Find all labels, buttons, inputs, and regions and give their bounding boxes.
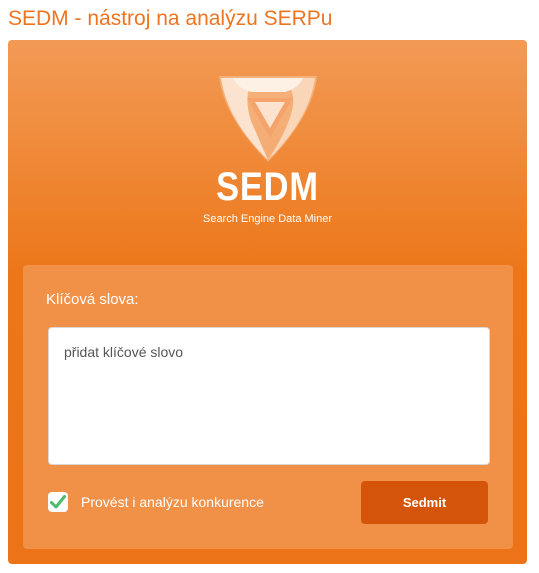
keywords-form: Klíčová slova: Provést i analýzu konkure… bbox=[23, 265, 513, 549]
check-icon bbox=[50, 495, 66, 509]
keywords-label: Klíčová slova: bbox=[46, 291, 139, 308]
competition-checkbox-label: Provést i analýzu konkurence bbox=[81, 494, 264, 510]
submit-button[interactable]: Sedmit bbox=[361, 481, 488, 524]
competition-checkbox[interactable] bbox=[48, 492, 68, 512]
keywords-input[interactable] bbox=[48, 327, 490, 465]
brand-tagline: Search Engine Data Miner bbox=[202, 213, 332, 225]
page-title: SEDM - nástroj na analýzu SERPu bbox=[8, 7, 333, 30]
brand-name: SEDM bbox=[216, 165, 319, 209]
search-card: SEDM Search Engine Data Miner Klíčová sl… bbox=[8, 40, 527, 564]
sedm-logo-icon bbox=[219, 76, 317, 162]
competition-checkbox-row[interactable]: Provést i analýzu konkurence bbox=[48, 491, 264, 513]
